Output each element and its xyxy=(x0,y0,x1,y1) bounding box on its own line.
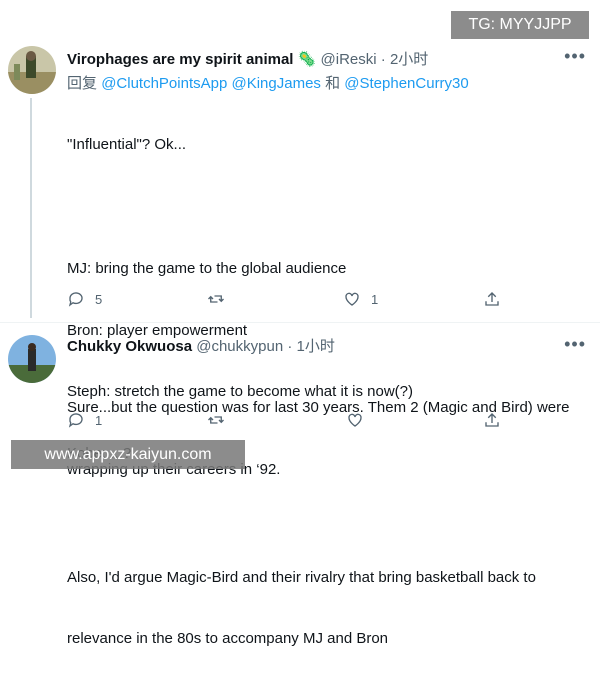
reply-conjunction: 和 xyxy=(325,75,341,92)
more-icon[interactable]: ••• xyxy=(564,334,586,355)
reply-icon xyxy=(68,413,83,428)
thread-line xyxy=(30,98,32,318)
reply-icon xyxy=(68,292,83,307)
watermark-top: TG: MYYJJPP xyxy=(451,11,589,39)
watermark-bottom: www.appxz-kaiyun.com xyxy=(11,440,245,469)
text-line: relevance in the 80s to accompany MJ and… xyxy=(67,630,389,648)
separator: · xyxy=(287,338,293,355)
timestamp[interactable]: 1小时 xyxy=(297,338,335,355)
mention-link[interactable]: @ClutchPointsApp xyxy=(101,75,227,92)
like-icon xyxy=(348,413,362,427)
text-line: "Influential"? Ok... xyxy=(67,136,187,154)
user-handle[interactable]: @iReski xyxy=(321,51,377,68)
text-line xyxy=(67,197,587,218)
retweet-button[interactable] xyxy=(207,411,235,429)
separator: · xyxy=(380,51,386,68)
like-count: 1 xyxy=(371,291,379,307)
share-icon xyxy=(485,292,499,306)
virus-emoji: 🦠 xyxy=(297,51,317,68)
action-bar: 5 1 xyxy=(67,290,507,312)
reply-button[interactable]: 5 xyxy=(67,290,102,308)
like-button[interactable] xyxy=(346,411,374,429)
like-icon xyxy=(345,292,359,306)
retweet-icon xyxy=(208,416,224,424)
share-button[interactable] xyxy=(483,411,501,429)
reply-count: 1 xyxy=(95,412,103,428)
reply-prefix: 回复 xyxy=(67,75,98,92)
like-button[interactable]: 1 xyxy=(343,290,378,308)
reply-count: 5 xyxy=(95,291,103,307)
retweet-button[interactable] xyxy=(207,290,235,308)
tweet-header: Chukky Okwuosa @chukkypun · 1小时 xyxy=(67,335,335,356)
reply-button[interactable]: 1 xyxy=(67,411,102,429)
more-icon[interactable]: ••• xyxy=(564,46,586,67)
text-line: MJ: bring the game to the global audienc… xyxy=(67,259,347,277)
mention-link[interactable]: @StephenCurry30 xyxy=(344,75,468,92)
user-handle[interactable]: @chukkypun xyxy=(196,338,283,355)
display-name[interactable]: Chukky Okwuosa xyxy=(67,338,192,355)
reply-context: 回复 @ClutchPointsApp @KingJames 和 @Stephe… xyxy=(67,72,469,93)
mention-link[interactable]: @KingJames xyxy=(231,75,320,92)
text-line: Also, I'd argue Magic-Bird and their riv… xyxy=(67,568,536,586)
tweet-header: Virophages are my spirit animal 🦠 @iResk… xyxy=(67,48,428,69)
tweet-1[interactable]: Virophages are my spirit animal 🦠 @iResk… xyxy=(0,0,600,647)
avatar[interactable] xyxy=(8,335,56,383)
share-button[interactable] xyxy=(483,290,501,308)
action-bar: 1 xyxy=(67,411,507,433)
timestamp[interactable]: 2小时 xyxy=(390,51,428,68)
avatar[interactable] xyxy=(8,46,56,94)
share-icon xyxy=(485,413,499,427)
retweet-icon xyxy=(208,295,224,303)
display-name[interactable]: Virophages are my spirit animal xyxy=(67,51,293,68)
